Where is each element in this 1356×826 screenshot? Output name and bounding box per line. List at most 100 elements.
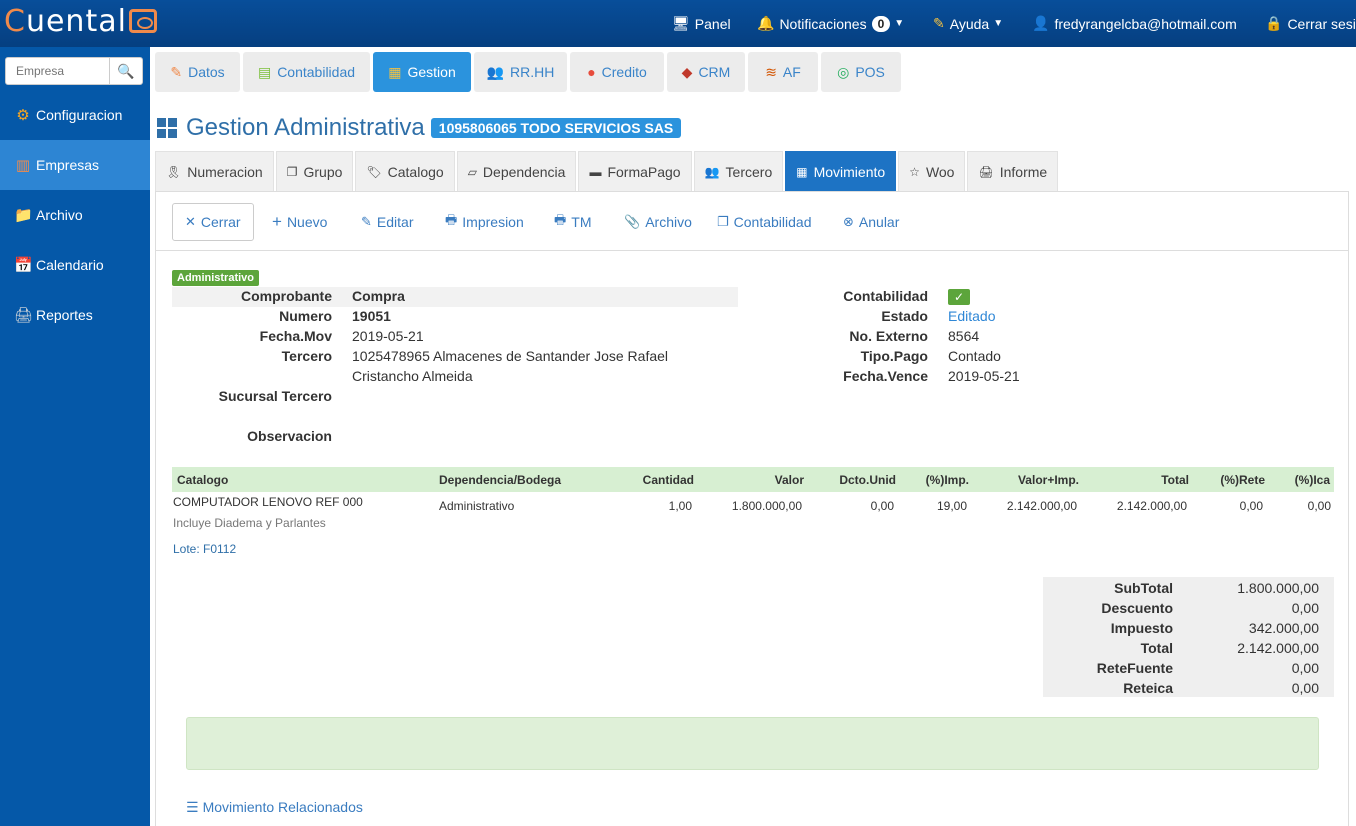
impuesto-label: Impuesto — [1110, 620, 1173, 636]
subtab-label: Dependencia — [482, 163, 566, 180]
module-tab-label: Gestion — [407, 64, 456, 80]
subtab-label: Catalogo — [387, 163, 444, 180]
item-dcto: 0,00 — [870, 499, 894, 513]
module-tab-label: Credito — [601, 64, 647, 80]
new-label: Nuevo — [286, 214, 328, 230]
total-value: 2.142.000,00 — [1237, 640, 1319, 656]
subtab-catalogo[interactable]: 🏷 Catalogo — [355, 151, 455, 191]
retefuente-value: 0,00 — [1291, 660, 1319, 676]
books-icon: ▥ — [15, 157, 31, 174]
tercero-value-line1: 1025478965 Almacenes de Santander Jose R… — [352, 348, 669, 364]
edit-button[interactable]: ✎ Editar — [349, 203, 425, 241]
company-search-input[interactable] — [6, 58, 110, 84]
file-label: Archivo — [645, 214, 692, 230]
sidebar-item-label: Reportes — [36, 307, 93, 323]
notifications-label: Notificaciones — [779, 15, 867, 32]
credit-card-icon: ▬ — [589, 164, 602, 179]
module-tab-af[interactable]: ≋ AF — [748, 52, 818, 92]
caret-down-icon: ▼ — [993, 18, 1004, 29]
subtab-woo[interactable]: ☆ Woo — [898, 151, 966, 191]
item-cantidad: 1,00 — [668, 499, 692, 513]
no-externo-label: No. Externo — [849, 328, 928, 344]
notifications-menu[interactable]: 🔔 Notificaciones 0 ▼ — [757, 0, 904, 47]
module-tab-datos[interactable]: ✎ Datos — [155, 52, 240, 92]
fecha-vence-value: 2019-05-21 — [948, 368, 1020, 384]
impuesto-value: 342.000,00 — [1248, 620, 1319, 636]
module-tab-contabilidad[interactable]: ▤ Contabilidad — [243, 52, 370, 92]
subtotal-label: SubTotal — [1114, 580, 1173, 596]
items-table-header: Catalogo Dependencia/Bodega Cantidad Val… — [172, 467, 1334, 492]
subtab-grupo[interactable]: ❐ Grupo — [275, 151, 354, 191]
user-menu[interactable]: 👤 fredyrangelcba@hotmail.com — [1032, 0, 1237, 47]
col-rete: (%)Rete — [1220, 473, 1265, 487]
fecha-mov-label: Fecha.Mov — [259, 328, 332, 344]
pencil-icon: ✎ — [933, 15, 945, 31]
module-tab-rrhh[interactable]: 👥 RR.HH — [474, 52, 567, 92]
sidebar-item-configuracion[interactable]: ⚙ Configuracion — [0, 90, 150, 140]
company-search: 🔍 — [5, 57, 143, 85]
page-title-text: Gestion Administrativa — [186, 114, 425, 141]
comprobante-label: Comprobante — [241, 288, 332, 304]
sidebar-item-label: Calendario — [36, 257, 104, 273]
subtab-informe[interactable]: 🖨 Informe — [967, 151, 1059, 191]
ring-icon: ◎ — [837, 63, 850, 80]
cancel-button[interactable]: ⊗ Anular — [831, 203, 911, 241]
tm-label: TM — [571, 214, 592, 230]
search-button[interactable]: 🔍 — [110, 58, 142, 84]
tipo-pago-value: Contado — [948, 348, 1001, 364]
item-total: 2.142.000,00 — [1116, 499, 1187, 513]
sidebar-item-reportes[interactable]: 🖨 Reportes — [0, 290, 150, 340]
tercero-label: Tercero — [281, 348, 332, 364]
dashboard-icon — [157, 118, 177, 138]
col-cantidad: Cantidad — [642, 473, 694, 487]
logout-link[interactable]: 🔒 Cerrar sesi — [1265, 0, 1356, 47]
pencil-icon: ✎ — [361, 214, 372, 229]
app-logo[interactable]: Cuental — [4, 4, 157, 39]
item-lote: Lote: F0112 — [173, 542, 237, 556]
star-icon: ☆ — [909, 164, 920, 179]
module-tab-credito[interactable]: ● Credito — [570, 52, 664, 92]
estado-label: Estado — [881, 308, 928, 324]
module-tab-gestion[interactable]: ▦ Gestion — [373, 52, 471, 92]
related-movements-link[interactable]: ☰ Movimiento Relacionados — [186, 799, 363, 816]
subtab-dependencia[interactable]: ▱ Dependencia — [456, 151, 577, 191]
subtab-tercero[interactable]: 👥 Tercero — [693, 151, 784, 191]
related-movements-label: Movimiento Relacionados — [202, 799, 363, 815]
module-tab-label: POS — [855, 64, 885, 80]
grid-icon: ▦ — [796, 164, 808, 179]
sidebar-item-empresas[interactable]: ▥ Empresas — [0, 140, 150, 190]
subtab-formapago[interactable]: ▬ FormaPago — [578, 151, 692, 191]
print-button[interactable]: 🖶 Impresion — [433, 203, 536, 241]
module-tab-crm[interactable]: ◆ CRM — [667, 52, 745, 92]
item-dependencia: Administrativo — [439, 499, 515, 513]
paperclip-icon: 📎 — [624, 214, 641, 229]
close-label: Cerrar — [200, 214, 241, 230]
subtab-numeracion[interactable]: 🎗 Numeracion — [155, 151, 274, 191]
module-tab-label: RR.HH — [510, 64, 555, 80]
help-menu[interactable]: ✎ Ayuda ▼ — [933, 0, 1003, 47]
new-button[interactable]: + Nuevo — [260, 203, 339, 241]
company-badge: 1095806065 TODO SERVICIOS SAS — [430, 118, 682, 138]
item-valor-imp: 2.142.000,00 — [1006, 499, 1077, 513]
sidebar-item-calendario[interactable]: 📅 Calendario — [0, 240, 150, 290]
sidebar-item-label: Configuracion — [36, 107, 123, 123]
total-label: Total — [1140, 640, 1173, 656]
tag-icon: 🏷 — [366, 164, 382, 179]
sidebar-item-archivo[interactable]: 📁 Archivo — [0, 190, 150, 240]
copy-icon: ❐ — [286, 164, 298, 179]
print-label: Impresion — [462, 214, 524, 230]
sidebar-item-label: Empresas — [36, 157, 100, 173]
module-tab-pos[interactable]: ◎ POS — [821, 52, 901, 92]
money-stack-icon: ▤ — [257, 63, 272, 80]
close-button[interactable]: ✕ Cerrar — [172, 203, 254, 241]
panel-link[interactable]: 🖥 Panel — [672, 0, 731, 47]
subtab-movimiento[interactable]: ▦ Movimiento — [785, 151, 897, 191]
estado-value[interactable]: Editado — [948, 308, 995, 324]
col-ica: (%)Ica — [1294, 473, 1330, 487]
descuento-label: Descuento — [1101, 600, 1173, 616]
accounting-button[interactable]: ❐ Contabilidad — [705, 203, 824, 241]
tm-button[interactable]: 🖶 TM — [542, 203, 604, 241]
caret-down-icon: ▼ — [894, 18, 905, 29]
item-note: Incluye Diadema y Parlantes — [173, 516, 326, 530]
file-button[interactable]: 📎 Archivo — [612, 203, 704, 241]
